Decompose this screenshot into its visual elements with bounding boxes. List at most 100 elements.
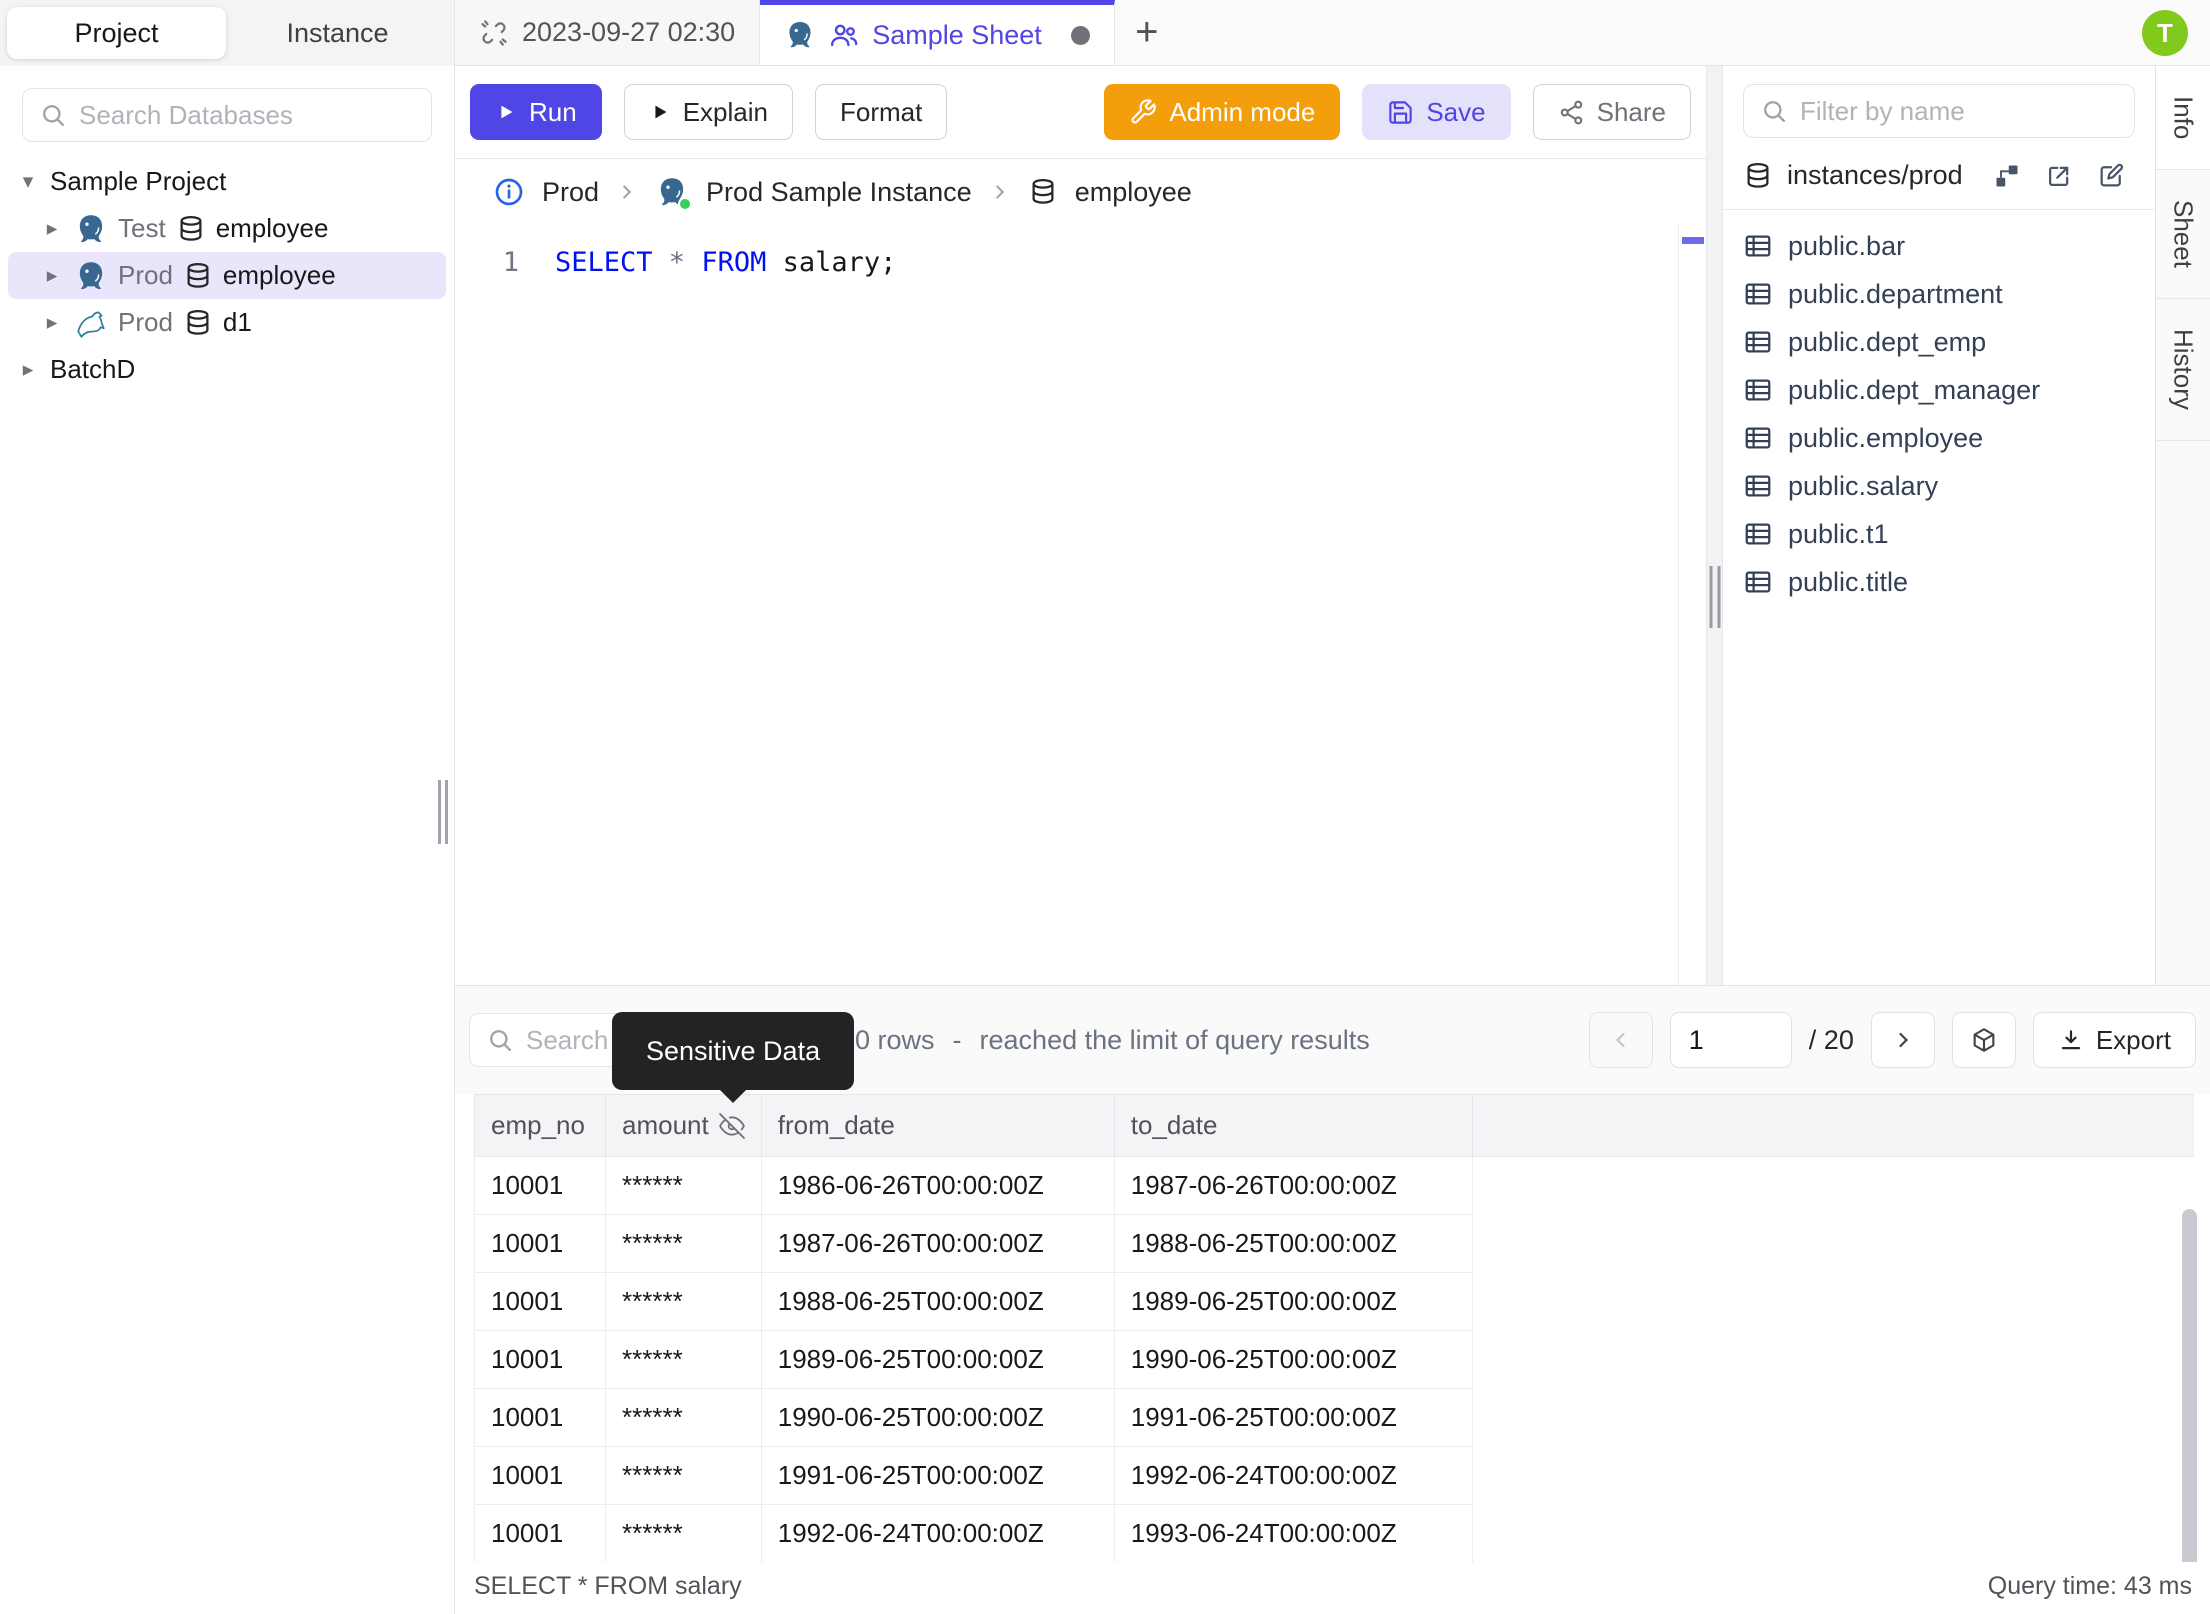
table-row[interactable]: 10001 ****** 1989-06-25T00:00:00Z 1990-06-2… [474, 1330, 2195, 1389]
caret-right-icon[interactable]: ▸ [40, 216, 64, 241]
sql-editor[interactable]: 1 SELECT * FROM salary; [455, 225, 1706, 985]
table-icon [1743, 423, 1773, 453]
next-page-button[interactable] [1870, 1012, 1935, 1068]
tree-node-batchd[interactable]: ▸ BatchD [8, 346, 446, 393]
rows-info: 0 rows - reached the limit of query resu… [855, 1025, 1370, 1056]
table-item[interactable]: public.salary [1743, 462, 2135, 510]
database-search[interactable] [22, 88, 432, 142]
table-row[interactable]: 10001 ****** 1988-06-25T00:00:00Z 1989-06-2… [474, 1272, 2195, 1331]
schema-diagram-icon[interactable] [1993, 162, 2021, 190]
unsaved-dot-indicator [1070, 25, 1090, 45]
database-search-wrap [0, 66, 454, 158]
tab-label: Sample Sheet [872, 19, 1042, 50]
sql-statement: SELECT * FROM salary; [555, 247, 897, 278]
save-button[interactable]: Save [1362, 84, 1511, 140]
table-item[interactable]: public.dept_emp [1743, 318, 2135, 366]
caret-right-icon[interactable]: ▸ [40, 310, 64, 335]
table-row[interactable]: 10001 ****** 1992-06-24T00:00:00Z 1993-06-2… [474, 1504, 2195, 1562]
page-number-input[interactable] [1669, 1012, 1792, 1068]
column-header[interactable]: emp_no [474, 1094, 606, 1157]
table-row[interactable]: 10001 ****** 1987-06-26T00:00:00Z 1988-06-2… [474, 1214, 2195, 1273]
dash: - [952, 1024, 962, 1055]
share-icon [1558, 99, 1585, 126]
search-icon [39, 101, 67, 129]
add-tab-button[interactable]: + [1115, 0, 1179, 65]
table-list: public.bar public.department public.dept… [1723, 210, 2155, 618]
schema-scope-row: instances/prod [1723, 150, 2155, 210]
table-icon [1743, 231, 1773, 261]
tree-node-prod-d1[interactable]: ▸ Prod d1 [8, 299, 446, 346]
tab-info[interactable]: Info [2156, 66, 2210, 171]
breadcrumb-instance[interactable]: Prod Sample Instance [706, 177, 972, 208]
table-item[interactable]: public.t1 [1743, 510, 2135, 558]
tab-project[interactable]: Project [7, 7, 226, 59]
tab-adhoc-sheet[interactable]: 2023-09-27 02:30 [455, 0, 761, 65]
column-header[interactable]: to_date [1113, 1094, 1473, 1157]
tree-node-sample-project[interactable]: ▾ Sample Project [8, 158, 446, 205]
editor-toolbar: Run Explain Format Admin mode Save Share [455, 66, 1706, 159]
line-number: 1 [502, 247, 519, 278]
tree-node-prod-employee[interactable]: ▸ Prod employee [8, 252, 446, 299]
environment-label: Prod [118, 307, 173, 337]
caret-right-icon[interactable]: ▸ [16, 357, 40, 382]
format-button[interactable]: Format [814, 84, 948, 140]
minimap-code-mark [1681, 237, 1704, 244]
column-header[interactable]: from_date [760, 1094, 1115, 1157]
connection-status-dot [678, 197, 693, 211]
table-item[interactable]: public.title [1743, 558, 2135, 606]
tab-sheet[interactable]: Sheet [2156, 170, 2210, 300]
panel-divider[interactable] [1706, 66, 1723, 985]
search-icon [486, 1026, 514, 1054]
project-node-label: BatchD [50, 354, 136, 384]
table-filter-input[interactable] [1800, 95, 2118, 127]
caret-down-icon[interactable]: ▾ [16, 169, 40, 194]
play-outline-icon [649, 101, 671, 123]
grid-scrollbar[interactable] [2182, 1209, 2197, 1562]
external-link-icon[interactable] [2045, 162, 2073, 190]
run-button[interactable]: Run [470, 84, 602, 140]
database-search-input[interactable] [79, 99, 415, 131]
cube-button[interactable] [1951, 1012, 2016, 1068]
admin-mode-button[interactable]: Admin mode [1104, 84, 1341, 140]
left-sidebar: Project Instance ▾ Sample Project ▸ [0, 0, 455, 1614]
right-tab-strip: Info Sheet History [2155, 66, 2210, 985]
postgres-icon [74, 212, 108, 246]
table-item[interactable]: public.dept_manager [1743, 366, 2135, 414]
instance-status [655, 175, 693, 211]
tab-sample-sheet[interactable]: Sample Sheet [760, 0, 1115, 65]
table-item[interactable]: public.bar [1743, 222, 2135, 270]
breadcrumb-database[interactable]: employee [1075, 177, 1192, 208]
sheet-tabbar: 2023-09-27 02:30 Sample Sheet + T [455, 0, 2210, 66]
explain-button[interactable]: Explain [623, 84, 793, 140]
database-icon [1028, 177, 1058, 207]
caret-right-icon[interactable]: ▸ [40, 263, 64, 288]
save-icon [1387, 99, 1414, 126]
results-panel: 0 rows - reached the limit of query resu… [455, 985, 2210, 1614]
editor-minimap[interactable] [1678, 225, 1706, 985]
export-button[interactable]: Export [2032, 1012, 2196, 1068]
column-header-amount[interactable]: amount [605, 1094, 762, 1157]
database-icon [183, 261, 213, 291]
table-filter[interactable] [1743, 84, 2135, 138]
user-avatar[interactable]: T [2142, 10, 2188, 56]
sidebar-resize-handle[interactable] [438, 780, 448, 844]
table-row[interactable]: 10001 ****** 1986-06-26T00:00:00Z 1987-06-2… [474, 1156, 2195, 1215]
results-table: emp_no amount from_date to_date 10001 **… [474, 1094, 2195, 1562]
prev-page-button[interactable] [1588, 1012, 1653, 1068]
table-row[interactable]: 10001 ****** 1991-06-25T00:00:00Z 1992-06-2… [474, 1446, 2195, 1505]
tab-history[interactable]: History [2156, 299, 2210, 442]
database-label: employee [215, 213, 329, 243]
postgres-icon [784, 19, 816, 51]
edit-icon[interactable] [2097, 162, 2125, 190]
tab-instance[interactable]: Instance [228, 7, 447, 59]
schema-panel: instances/prod [1723, 66, 2155, 985]
table-item[interactable]: public.department [1743, 270, 2135, 318]
share-button[interactable]: Share [1532, 84, 1691, 140]
breadcrumb: Prod Prod Sample Instance employee [455, 159, 1706, 225]
panel-resize-handle[interactable] [1709, 566, 1720, 628]
breadcrumb-env[interactable]: Prod [542, 177, 599, 208]
tree-node-test-employee[interactable]: ▸ Test employee [8, 205, 446, 252]
table-item[interactable]: public.employee [1743, 414, 2135, 462]
table-row[interactable]: 10001 ****** 1990-06-25T00:00:00Z 1991-06-2… [474, 1388, 2195, 1447]
info-icon[interactable] [493, 176, 525, 208]
